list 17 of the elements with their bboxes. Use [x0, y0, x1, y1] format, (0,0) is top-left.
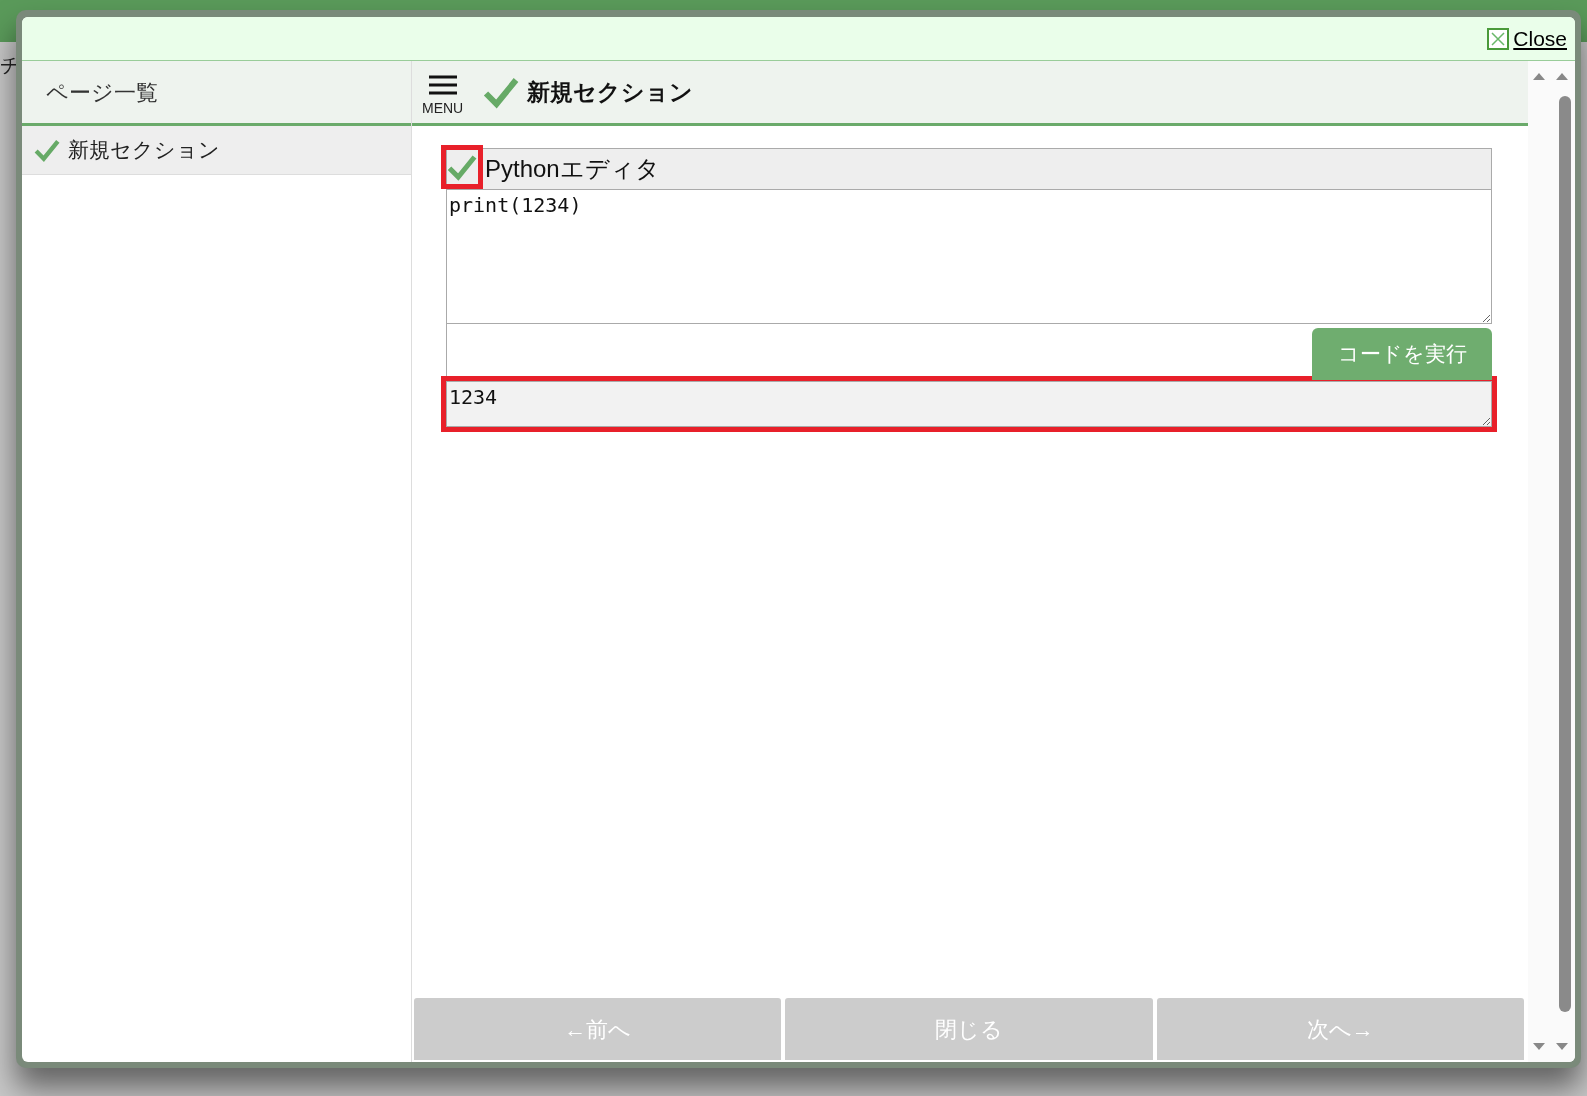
- close-icon: [1487, 27, 1510, 50]
- page-title: 新規セクション: [527, 77, 694, 107]
- scroll-up-icon[interactable]: [1556, 73, 1568, 80]
- editor-title: Pythonエディタ: [485, 154, 660, 184]
- sidebar-item[interactable]: 新規セクション: [22, 126, 411, 175]
- close-link[interactable]: Close: [1487, 22, 1567, 55]
- scroll-thumb[interactable]: [1559, 96, 1571, 1012]
- menu-button[interactable]: MENU: [422, 69, 464, 115]
- output-field[interactable]: 1234: [446, 381, 1492, 427]
- menu-icon: [428, 75, 457, 95]
- scroll-up-icon[interactable]: [1533, 73, 1545, 80]
- scrollbar[interactable]: [1528, 61, 1575, 1062]
- background-text: チ: [0, 53, 20, 78]
- sidebar-title: ページ一覧: [22, 61, 411, 126]
- code-editor[interactable]: print(1234): [446, 190, 1492, 324]
- scroll-down-icon[interactable]: [1556, 1043, 1568, 1050]
- scroll-down-icon[interactable]: [1533, 1043, 1545, 1050]
